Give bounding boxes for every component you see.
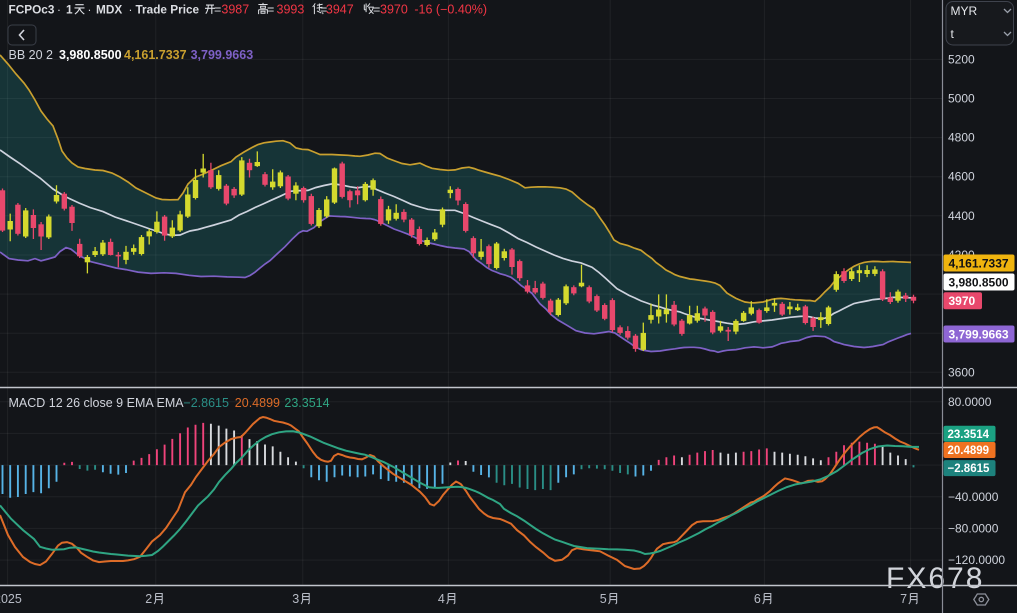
svg-text:5200: 5200 [948, 52, 975, 66]
svg-text:MACD 12 26 close 9 EMA EMA: MACD 12 26 close 9 EMA EMA [9, 396, 185, 410]
svg-text:-16 (−0.40%): -16 (−0.40%) [414, 3, 487, 17]
svg-text:FCPOc3: FCPOc3 [9, 3, 55, 17]
svg-text:3947: 3947 [326, 3, 354, 17]
svg-text:3: 3 [292, 592, 299, 606]
svg-text:2: 2 [145, 592, 152, 606]
svg-text:·: · [88, 3, 92, 17]
svg-text:·: · [129, 3, 133, 17]
svg-text:−2.8615: −2.8615 [183, 396, 229, 410]
svg-text:−80.0000: −80.0000 [948, 521, 999, 535]
svg-text:−120.0000: −120.0000 [948, 553, 1005, 567]
svg-text:3600: 3600 [948, 365, 975, 379]
svg-text:4600: 4600 [948, 170, 975, 184]
svg-text:3,980.8500: 3,980.8500 [949, 276, 1009, 290]
svg-text:20.4899: 20.4899 [235, 396, 280, 410]
svg-text:4800: 4800 [948, 131, 975, 145]
svg-text:4: 4 [438, 592, 445, 606]
svg-text:3,980.8500: 3,980.8500 [59, 48, 122, 62]
svg-text:80.0000: 80.0000 [948, 395, 992, 409]
svg-text:2025: 2025 [0, 592, 22, 606]
svg-text:3970: 3970 [380, 3, 408, 17]
svg-text:3993: 3993 [277, 3, 305, 17]
svg-text:4400: 4400 [948, 209, 975, 223]
svg-text:5: 5 [600, 592, 607, 606]
svg-text:3,799.9663: 3,799.9663 [949, 328, 1009, 342]
svg-text:7: 7 [900, 592, 907, 606]
svg-text:BB 20 2: BB 20 2 [9, 48, 54, 62]
svg-text:MDX: MDX [96, 3, 122, 17]
svg-text:4,161.7337: 4,161.7337 [124, 48, 187, 62]
svg-text:=: = [267, 3, 274, 17]
svg-text:6: 6 [754, 592, 761, 606]
svg-text:23.3514: 23.3514 [948, 429, 990, 441]
svg-text:3970: 3970 [949, 294, 976, 308]
svg-text:Trade Price: Trade Price [136, 3, 200, 17]
svg-text:3,799.9663: 3,799.9663 [191, 48, 254, 62]
svg-text:5000: 5000 [948, 92, 975, 106]
svg-text:23.3514: 23.3514 [284, 396, 329, 410]
svg-text:1: 1 [66, 3, 73, 17]
svg-text:−40.0000: −40.0000 [948, 490, 999, 504]
svg-text:MYR: MYR [951, 4, 978, 18]
svg-text:−2.8615: −2.8615 [948, 463, 990, 475]
svg-text:20.4899: 20.4899 [948, 445, 990, 457]
svg-text:4,161.7337: 4,161.7337 [949, 257, 1009, 271]
svg-text:=: = [214, 3, 221, 17]
svg-text:3987: 3987 [221, 3, 249, 17]
svg-text:·: · [57, 3, 61, 17]
